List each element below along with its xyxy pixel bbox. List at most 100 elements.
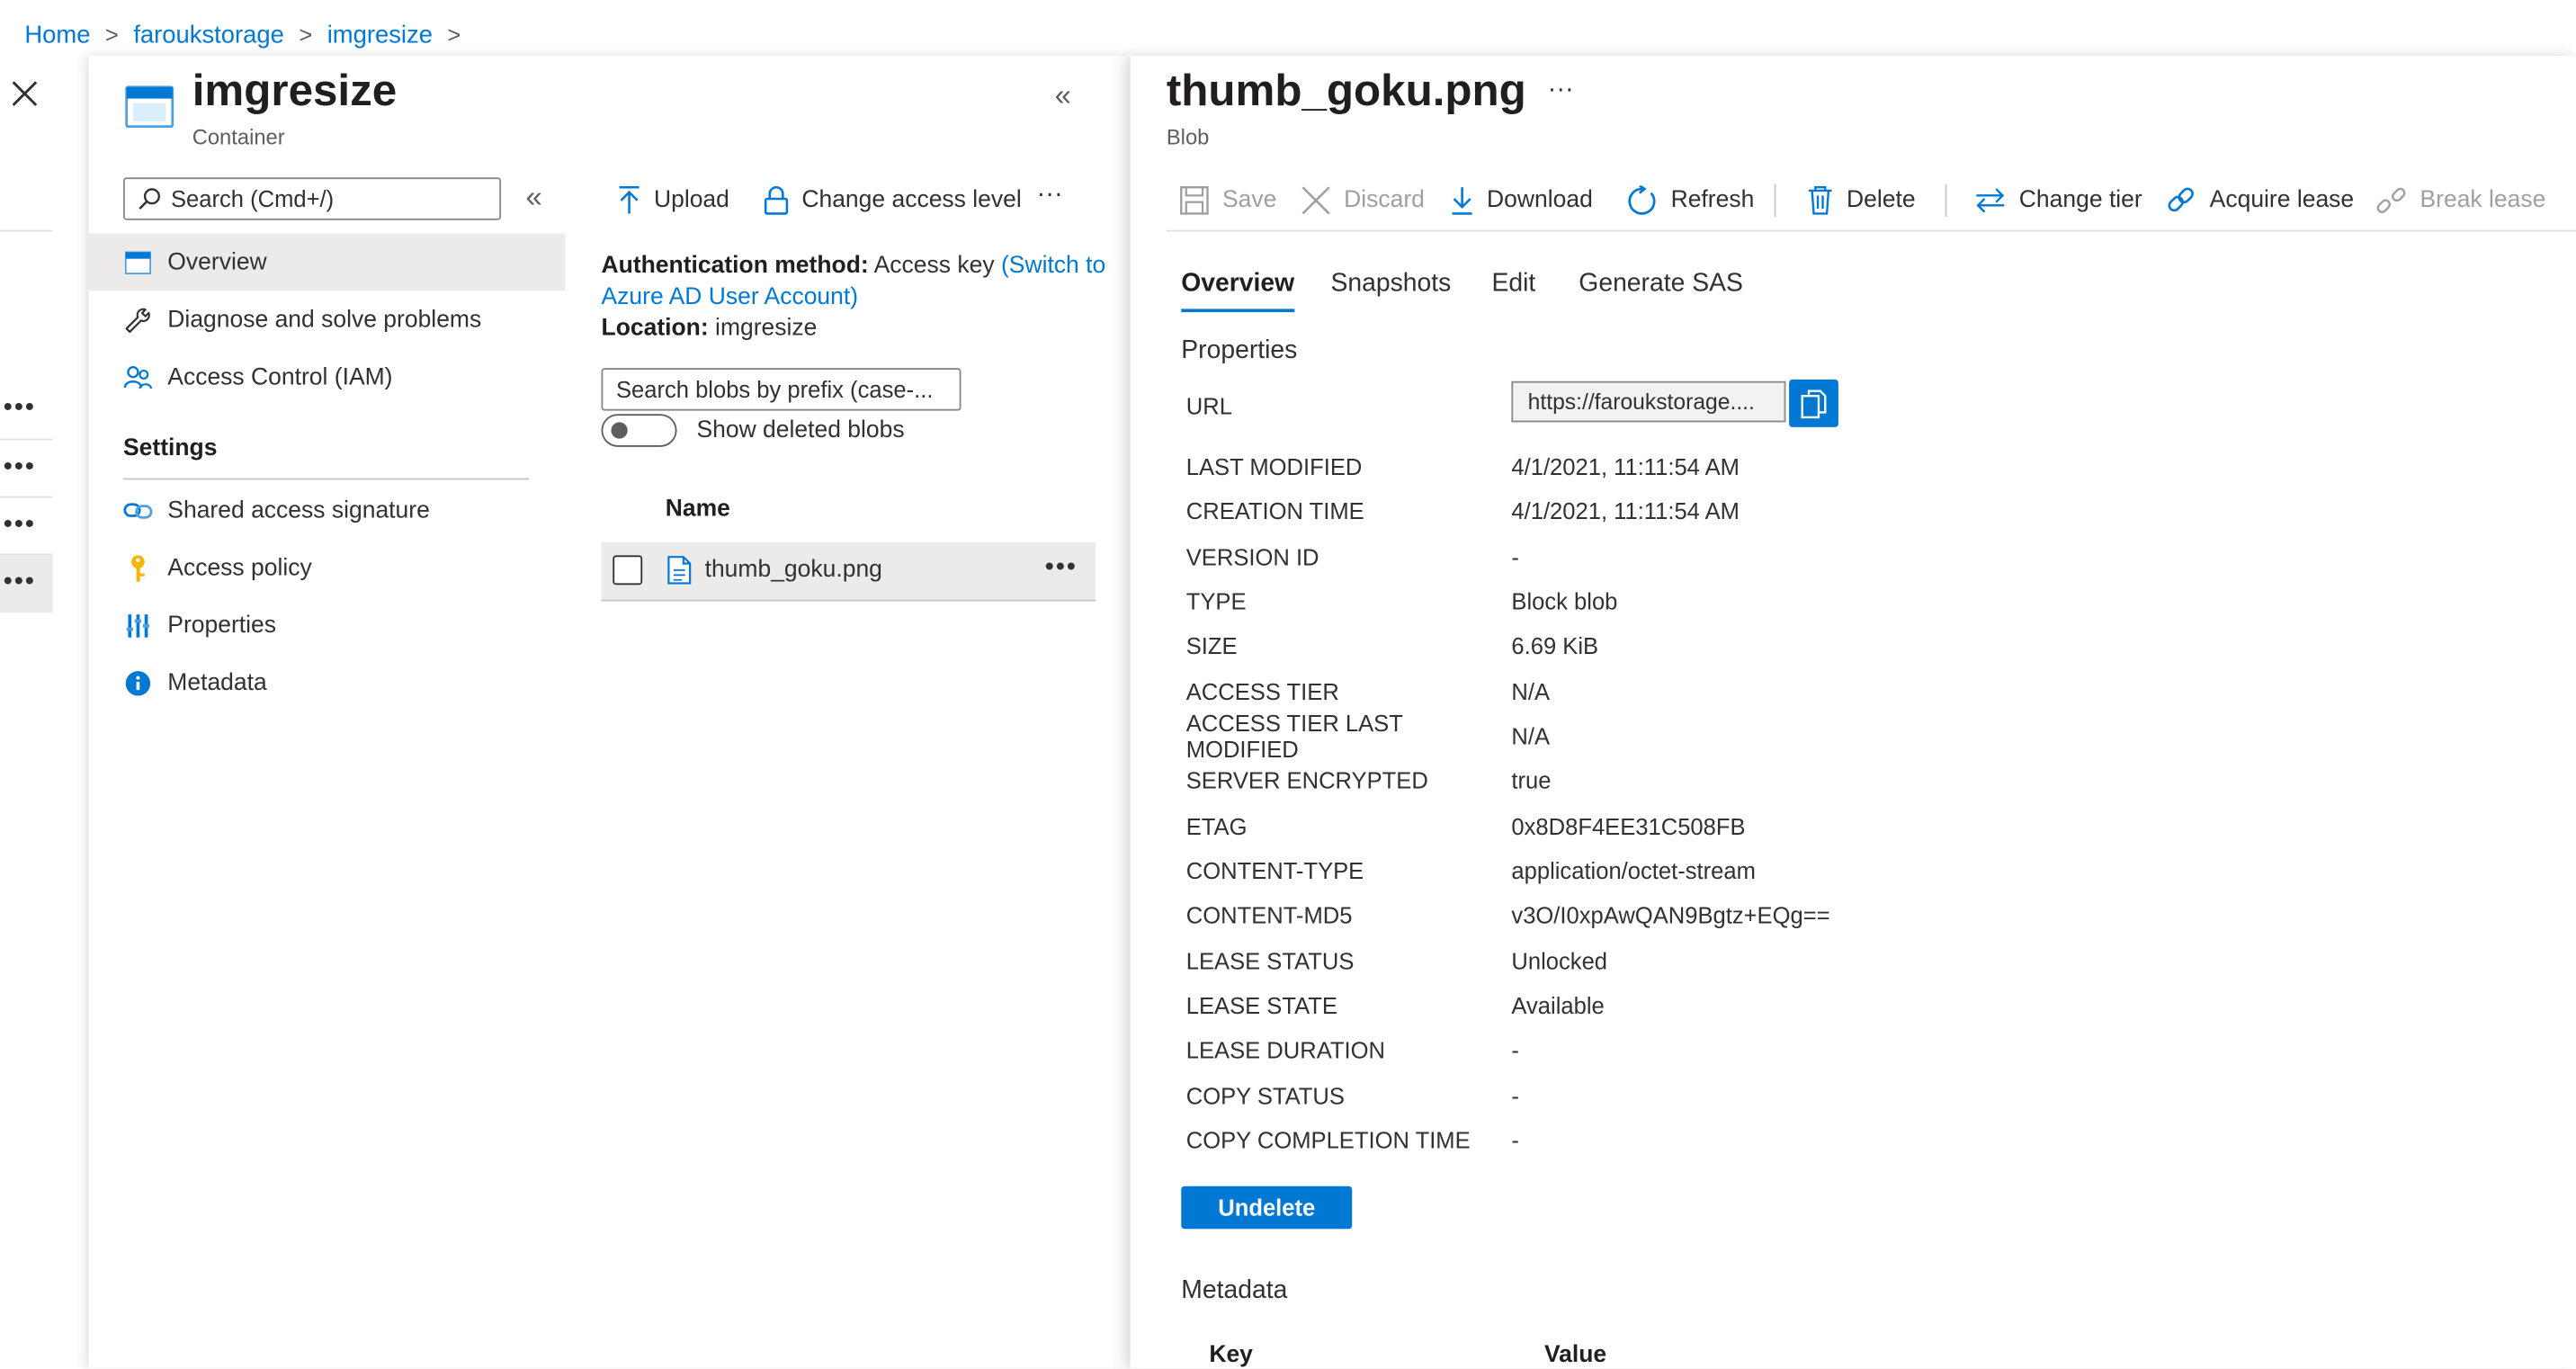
download-button[interactable]: Download bbox=[1451, 181, 1593, 220]
property-value: N/A bbox=[1511, 722, 1551, 749]
nav-item-iam[interactable]: Access Control (IAM) bbox=[89, 348, 566, 406]
breadcrumb-storage-link[interactable]: faroukstorage bbox=[133, 21, 284, 49]
property-value: v3O/I0xpAwQAN9Bgtz+EQg== bbox=[1511, 902, 1830, 929]
blob-search-input[interactable]: Search blobs by prefix (case-... bbox=[601, 368, 962, 411]
people-icon bbox=[121, 361, 155, 394]
resource-menu-search-input[interactable]: Search (Cmd+/) bbox=[122, 177, 502, 220]
property-row: VERSION ID - bbox=[1186, 540, 2106, 573]
nav-item-label: Overview bbox=[167, 248, 267, 275]
page-subtitle: Container bbox=[192, 124, 285, 150]
column-header-name[interactable]: Name bbox=[666, 497, 730, 523]
nav-item-properties[interactable]: Properties bbox=[89, 596, 566, 654]
property-value: - bbox=[1511, 1126, 1519, 1154]
nav-item-access-policy[interactable]: Access policy bbox=[89, 539, 566, 596]
property-row: ETAG 0x8D8F4EE31C508FB bbox=[1186, 810, 2106, 843]
show-deleted-toggle[interactable] bbox=[601, 414, 677, 447]
property-value: Block blob bbox=[1511, 587, 1618, 615]
toolbar-divider bbox=[1945, 183, 1947, 218]
selected-row-highlight[interactable]: ••• bbox=[0, 555, 53, 613]
change-access-level-button[interactable]: Change access level bbox=[764, 181, 1022, 220]
show-deleted-label: Show deleted blobs bbox=[696, 416, 905, 444]
breadcrumb-container-link[interactable]: imgresize bbox=[327, 21, 433, 49]
break-lease-label: Break lease bbox=[2419, 187, 2546, 214]
property-key: CONTENT-TYPE bbox=[1185, 857, 1364, 884]
container-blade: imgresize Container « Search (Cmd+/) « O… bbox=[88, 56, 1131, 1369]
change-tier-label: Change tier bbox=[2018, 187, 2142, 214]
divider bbox=[0, 438, 53, 441]
refresh-button[interactable]: Refresh bbox=[1626, 181, 1754, 220]
property-key: CONTENT-MD5 bbox=[1185, 902, 1353, 929]
property-key: LEASE DURATION bbox=[1185, 1037, 1385, 1064]
info-icon bbox=[121, 667, 155, 700]
property-value: Unlocked bbox=[1511, 947, 1608, 974]
nav-item-label: Access Control (IAM) bbox=[167, 363, 393, 390]
undelete-button[interactable]: Undelete bbox=[1181, 1186, 1353, 1230]
blob-more-icon[interactable]: ··· bbox=[1548, 76, 1574, 105]
table-row[interactable]: thumb_goku.png ••• bbox=[601, 541, 1096, 602]
tab-generate-sas[interactable]: Generate SAS bbox=[1579, 264, 1743, 314]
auth-info: Authentication method: Access key (Switc… bbox=[602, 251, 1111, 344]
property-key: LEASE STATE bbox=[1185, 992, 1337, 1019]
nav-item-metadata[interactable]: Metadata bbox=[89, 654, 566, 711]
property-key: LAST MODIFIED bbox=[1185, 453, 1363, 480]
property-key: TYPE bbox=[1185, 587, 1247, 615]
property-row: COPY STATUS - bbox=[1186, 1078, 2106, 1112]
row-more-icon[interactable]: ••• bbox=[1045, 554, 1078, 584]
nav-item-diagnose[interactable]: Diagnose and solve problems bbox=[89, 291, 566, 348]
more-icon[interactable]: ••• bbox=[4, 568, 46, 598]
acquire-lease-button[interactable]: Acquire lease bbox=[2165, 181, 2354, 220]
property-row: COPY COMPLETION TIME - bbox=[1186, 1123, 2106, 1157]
blob-title: thumb_goku.png bbox=[1166, 66, 1526, 115]
property-value: true bbox=[1511, 767, 1552, 794]
property-value: N/A bbox=[1511, 677, 1551, 704]
chevron-right-icon: > bbox=[299, 21, 313, 48]
file-icon bbox=[667, 555, 692, 585]
upload-button[interactable]: Upload bbox=[618, 181, 729, 220]
property-key: VERSION ID bbox=[1185, 542, 1319, 570]
more-icon[interactable]: ••• bbox=[4, 394, 46, 424]
download-label: Download bbox=[1487, 187, 1593, 214]
nav-item-shared-access-signature[interactable]: Shared access signature bbox=[89, 481, 566, 539]
wrench-icon bbox=[121, 303, 155, 336]
url-field[interactable]: https://faroukstorage.... bbox=[1511, 380, 1786, 423]
container-icon bbox=[125, 85, 174, 129]
nav-item-label: Properties bbox=[167, 612, 277, 639]
property-key: COPY STATUS bbox=[1185, 1081, 1345, 1109]
auth-method-label: Authentication method: bbox=[601, 253, 869, 280]
row-checkbox[interactable] bbox=[613, 555, 643, 586]
metadata-heading: Metadata bbox=[1181, 1276, 1288, 1305]
properties-bars-icon bbox=[121, 609, 155, 642]
more-actions-icon[interactable]: ··· bbox=[1037, 181, 1063, 210]
more-icon[interactable]: ••• bbox=[4, 453, 46, 483]
property-key: CREATION TIME bbox=[1185, 498, 1364, 525]
nav-item-overview[interactable]: Overview bbox=[88, 233, 566, 291]
download-icon bbox=[1451, 185, 1474, 215]
collapse-menu-icon[interactable]: « bbox=[525, 181, 541, 215]
property-value: 0x8D8F4EE31C508FB bbox=[1511, 812, 1746, 839]
tab-edit[interactable]: Edit bbox=[1491, 264, 1535, 314]
property-value: Available bbox=[1511, 992, 1605, 1019]
property-key: ACCESS TIER LAST MODIFIED bbox=[1185, 710, 1403, 763]
toolbar-divider bbox=[1774, 183, 1776, 218]
collapse-blade-icon[interactable]: « bbox=[1055, 79, 1071, 113]
property-value: 4/1/2021, 11:11:54 AM bbox=[1511, 453, 1740, 480]
property-row: ACCESS TIER LAST MODIFIED N/A bbox=[1186, 710, 2106, 762]
break-lease-button[interactable]: Break lease bbox=[2375, 181, 2545, 220]
discard-button[interactable]: Discard bbox=[1301, 181, 1425, 220]
property-row: LEASE STATE Available bbox=[1186, 989, 2106, 1022]
more-icon[interactable]: ••• bbox=[4, 511, 46, 541]
breadcrumb-home-link[interactable]: Home bbox=[24, 21, 90, 49]
delete-button[interactable]: Delete bbox=[1807, 181, 1916, 220]
lock-icon bbox=[764, 185, 789, 215]
save-button[interactable]: Save bbox=[1179, 181, 1276, 220]
property-row: CONTENT-TYPE application/octet-stream bbox=[1186, 855, 2106, 888]
copy-url-button[interactable] bbox=[1789, 379, 1838, 427]
blob-name[interactable]: thumb_goku.png bbox=[705, 557, 882, 583]
tab-overview[interactable]: Overview bbox=[1181, 264, 1294, 314]
change-tier-button[interactable]: Change tier bbox=[1974, 181, 2142, 220]
url-label: URL bbox=[1185, 392, 1232, 419]
chevron-right-icon: > bbox=[447, 21, 461, 48]
breadcrumb: Home > faroukstorage > imgresize > bbox=[24, 18, 475, 51]
tab-snapshots[interactable]: Snapshots bbox=[1330, 264, 1451, 314]
search-icon bbox=[138, 187, 161, 210]
